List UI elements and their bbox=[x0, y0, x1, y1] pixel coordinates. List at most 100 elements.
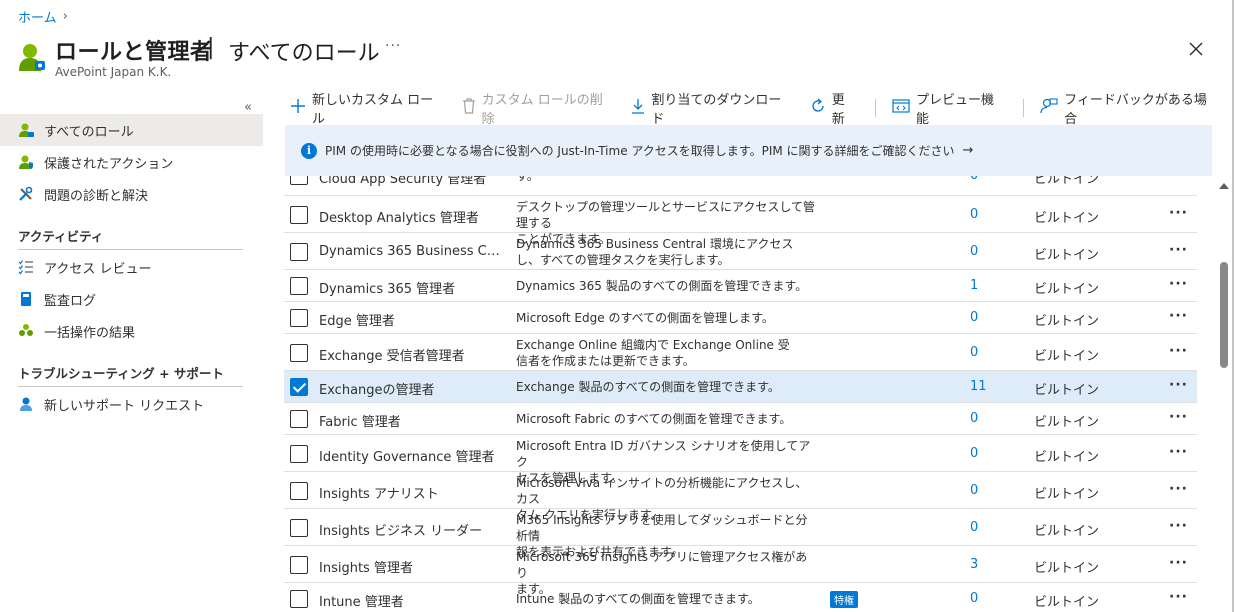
table-row[interactable]: Identity Governance 管理者 Microsoft Entra I… bbox=[284, 435, 1197, 485]
arrow-right-icon[interactable]: → bbox=[963, 143, 974, 158]
row-checkbox[interactable] bbox=[290, 481, 308, 500]
privileged-badge: 特権 bbox=[830, 591, 858, 608]
assignments-count[interactable]: 0 bbox=[970, 176, 978, 183]
sidebar-item-bulk-results[interactable]: 一括操作の結果 bbox=[0, 315, 263, 347]
row-checkbox[interactable] bbox=[290, 378, 308, 396]
role-name[interactable]: Desktop Analytics 管理者 bbox=[319, 207, 504, 226]
table-row[interactable]: Desktop Analytics 管理者 デスクトップの管理ツールとサービスにア… bbox=[284, 196, 1197, 246]
role-description: Microsoft Edge のすべての側面を管理します。 bbox=[516, 310, 816, 326]
new-custom-role-button[interactable]: 新しいカスタム ロール bbox=[290, 89, 444, 127]
assignments-count[interactable]: 0 bbox=[970, 345, 978, 360]
table-row[interactable]: Cloud App Security 管理者 す。 0 ビルトイン ··· bbox=[284, 176, 1197, 196]
role-name[interactable]: Insights アナリスト bbox=[319, 483, 504, 502]
role-name[interactable]: Insights 管理者 bbox=[319, 557, 504, 576]
sidebar-item-access-review[interactable]: アクセス レビュー bbox=[0, 251, 263, 283]
sidebar-item-protected-actions[interactable]: 保護されたアクション bbox=[0, 146, 263, 178]
table-row[interactable]: Exchangeの管理者 Exchange 製品のすべての側面を管理できます。 11… bbox=[284, 371, 1197, 403]
assignments-count[interactable]: 1 bbox=[970, 278, 978, 293]
preview-icon bbox=[892, 99, 910, 117]
sidebar-item-all-roles[interactable]: すべてのロール bbox=[0, 114, 263, 146]
row-checkbox[interactable] bbox=[290, 242, 308, 261]
toolbar-divider bbox=[874, 99, 876, 117]
assignments-count[interactable]: 0 bbox=[970, 411, 978, 426]
role-name[interactable]: Intune 管理者 bbox=[319, 591, 504, 610]
row-more-button[interactable]: ··· bbox=[1169, 176, 1188, 182]
row-checkbox[interactable] bbox=[290, 518, 308, 537]
row-more-button[interactable]: ··· bbox=[1169, 409, 1188, 425]
row-checkbox[interactable] bbox=[290, 410, 308, 428]
sidebar-item-diagnose[interactable]: 問題の診断と解決 bbox=[0, 178, 263, 210]
role-name[interactable]: Insights ビジネス リーダー bbox=[319, 520, 504, 539]
role-name[interactable]: Exchangeの管理者 bbox=[319, 379, 504, 398]
scroll-up-icon[interactable] bbox=[1219, 183, 1229, 189]
plus-icon bbox=[290, 98, 306, 118]
row-more-button[interactable]: ··· bbox=[1169, 481, 1188, 497]
row-more-button[interactable]: ··· bbox=[1169, 377, 1188, 393]
row-checkbox[interactable] bbox=[290, 590, 308, 608]
role-type: ビルトイン bbox=[1034, 247, 1100, 263]
row-checkbox[interactable] bbox=[290, 277, 308, 295]
row-checkbox[interactable] bbox=[290, 205, 308, 224]
scrollbar-thumb[interactable] bbox=[1220, 262, 1228, 368]
table-row[interactable]: Insights ビジネス リーダー M365 Insights アプリを使用して… bbox=[284, 509, 1197, 559]
row-checkbox[interactable] bbox=[290, 555, 308, 574]
assignments-count[interactable]: 0 bbox=[970, 520, 978, 535]
row-more-button[interactable]: ··· bbox=[1169, 242, 1188, 258]
role-type: ビルトイン bbox=[1034, 595, 1100, 610]
table-row[interactable]: Intune 管理者 Intune 製品のすべての側面を管理できます。 特権 0 ビルト… bbox=[284, 583, 1197, 612]
row-checkbox[interactable] bbox=[290, 176, 308, 185]
toolbar-divider bbox=[1023, 99, 1025, 117]
assignments-count[interactable]: 0 bbox=[970, 483, 978, 498]
row-checkbox[interactable] bbox=[290, 343, 308, 362]
table-row[interactable]: Dynamics 365 Business Ce··· Dynamics 365 … bbox=[284, 233, 1197, 270]
row-more-button[interactable]: ··· bbox=[1169, 276, 1188, 292]
collapse-sidebar-button[interactable]: « bbox=[244, 100, 252, 115]
role-name[interactable]: Identity Governance 管理者 bbox=[319, 446, 504, 465]
assignments-count[interactable]: 0 bbox=[970, 310, 978, 325]
feedback-button[interactable]: フィードバックがある場合 bbox=[1040, 89, 1217, 127]
table-row[interactable]: Exchange 受信者管理者 Exchange Online 組織内で Exch… bbox=[284, 334, 1197, 371]
row-more-button[interactable]: ··· bbox=[1169, 343, 1188, 359]
pim-info-text[interactable]: PIM の使用時に必要となる場合に役割への Just-In-Time アクセスを… bbox=[325, 142, 955, 159]
row-checkbox[interactable] bbox=[290, 444, 308, 463]
row-more-button[interactable]: ··· bbox=[1169, 444, 1188, 460]
row-more-button[interactable]: ··· bbox=[1169, 518, 1188, 534]
table-row[interactable]: Dynamics 365 管理者 Dynamics 365 製品のすべての側面を管… bbox=[284, 270, 1197, 302]
delete-custom-role-button[interactable]: カスタム ロールの削除 bbox=[462, 89, 614, 127]
close-icon[interactable] bbox=[1185, 38, 1207, 60]
scrollbar-track[interactable] bbox=[1218, 176, 1232, 612]
refresh-button[interactable]: 更新 bbox=[810, 89, 857, 127]
row-checkbox[interactable] bbox=[290, 309, 308, 327]
header-more-button[interactable]: ··· bbox=[385, 38, 401, 54]
table-row[interactable]: Fabric 管理者 Microsoft Fabric のすべての側面を管理できま… bbox=[284, 403, 1197, 435]
assignments-count[interactable]: 11 bbox=[970, 379, 987, 394]
group-icon bbox=[18, 323, 34, 339]
row-more-button[interactable]: ··· bbox=[1169, 555, 1188, 571]
role-name[interactable]: Exchange 受信者管理者 bbox=[319, 345, 504, 364]
download-assignments-button[interactable]: 割り当てのダウンロード bbox=[631, 89, 791, 127]
role-name[interactable]: Dynamics 365 Business Ce··· bbox=[319, 244, 504, 259]
role-name[interactable]: Fabric 管理者 bbox=[319, 411, 504, 430]
row-more-button[interactable]: ··· bbox=[1169, 589, 1188, 605]
assignments-count[interactable]: 0 bbox=[970, 244, 978, 259]
row-more-button[interactable]: ··· bbox=[1169, 308, 1188, 324]
command-bar: 新しいカスタム ロール カスタム ロールの削除 割り当てのダウンロード 更新 プ… bbox=[290, 93, 1235, 127]
assignments-count[interactable]: 0 bbox=[970, 207, 978, 222]
breadcrumb-home-link[interactable]: ホーム bbox=[18, 7, 57, 26]
assignments-count[interactable]: 3 bbox=[970, 557, 978, 572]
sidebar-item-audit-log[interactable]: 監査ログ bbox=[0, 283, 263, 315]
table-row[interactable]: Insights アナリスト Microsoft Viva インサイトの分析機能に… bbox=[284, 472, 1197, 522]
row-more-button[interactable]: ··· bbox=[1169, 205, 1188, 221]
role-name[interactable]: Edge 管理者 bbox=[319, 310, 504, 329]
table-row[interactable]: Edge 管理者 Microsoft Edge のすべての側面を管理します。 0 ビル… bbox=[284, 302, 1197, 334]
table-row[interactable]: Insights 管理者 Microsoft 365 Insights アプリに管… bbox=[284, 546, 1197, 596]
assignments-count[interactable]: 0 bbox=[970, 591, 978, 606]
assignments-count[interactable]: 0 bbox=[970, 446, 978, 461]
role-description: Microsoft Fabric のすべての側面を管理できます。 bbox=[516, 411, 816, 427]
role-name[interactable]: Dynamics 365 管理者 bbox=[319, 278, 504, 297]
sidebar-item-new-support-request[interactable]: 新しいサポート リクエスト bbox=[0, 388, 263, 420]
role-description-line: Exchange 製品のすべての側面を管理できます。 bbox=[516, 380, 780, 394]
role-description: す。 bbox=[516, 176, 816, 184]
role-name[interactable]: Cloud App Security 管理者 bbox=[319, 176, 504, 187]
preview-features-button[interactable]: プレビュー機能 bbox=[892, 89, 1005, 127]
